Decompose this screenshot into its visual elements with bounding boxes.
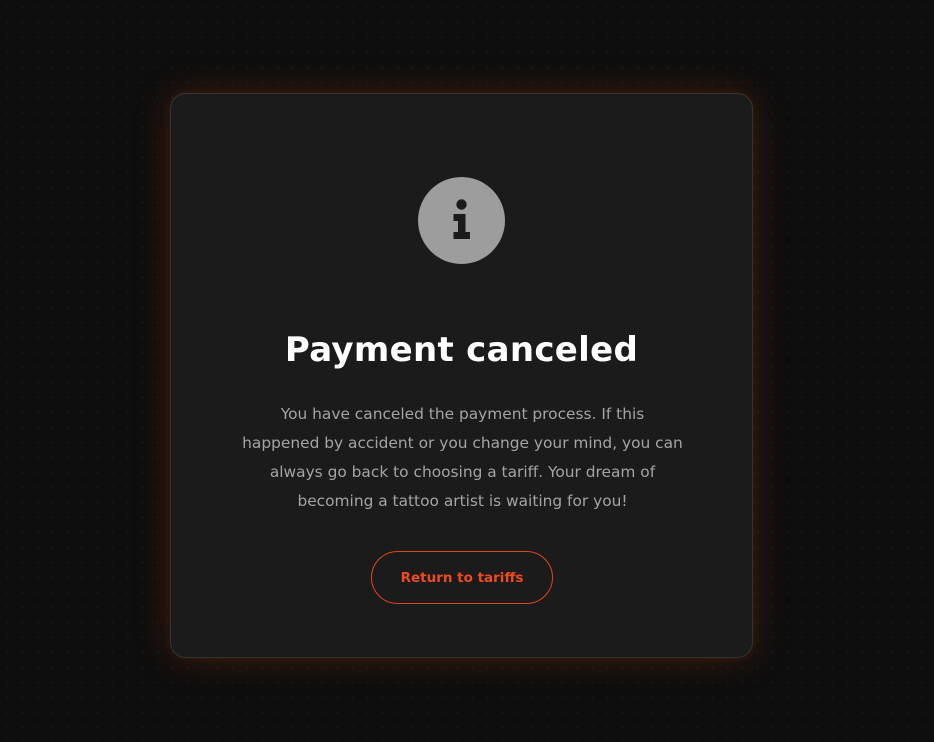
cancel-message: You have canceled the payment process. I… <box>242 405 683 510</box>
page-background: Payment canceled You have canceled the p… <box>0 0 934 742</box>
return-to-tariffs-button[interactable]: Return to tariffs <box>371 551 553 604</box>
info-icon <box>418 177 505 264</box>
page-title: Payment canceled <box>284 330 639 370</box>
payment-canceled-card: Payment canceled You have canceled the p… <box>170 93 753 658</box>
